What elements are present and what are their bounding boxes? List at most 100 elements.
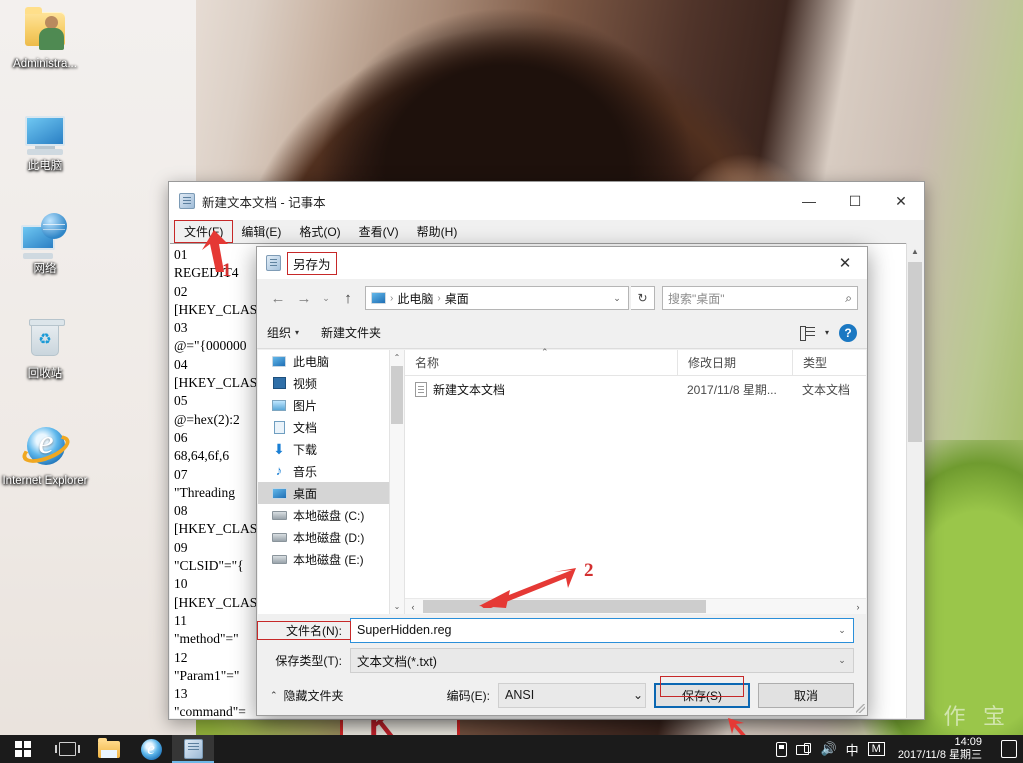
breadcrumb-segment-this-pc[interactable]: 此电脑 — [394, 290, 436, 307]
tree-item-2[interactable]: 图片 — [258, 394, 404, 416]
file-list[interactable]: 名称 ⌃ 修改日期 类型 新建文本文档 2017/11/8 星期... 文本文档 — [404, 350, 866, 614]
minimize-button[interactable]: — — [786, 182, 832, 220]
chevron-down-icon[interactable]: ▾ — [825, 328, 829, 337]
chevron-down-icon[interactable]: ⌄ — [833, 625, 851, 636]
tree-item-3[interactable]: 文档 — [258, 416, 404, 438]
clock-time: 14:09 — [898, 736, 982, 749]
tree-item-1[interactable]: 视频 — [258, 372, 404, 394]
hscroll-left-arrow[interactable]: ‹ — [405, 602, 421, 612]
tree-item-label: 音乐 — [293, 463, 317, 480]
recent-locations-button[interactable]: ⌄ — [318, 286, 334, 310]
tree-item-8[interactable]: 本地磁盘 (D:) — [258, 526, 404, 548]
scrollbar-thumb[interactable] — [908, 262, 922, 442]
breadcrumb-bar[interactable]: › 此电脑 › 桌面 ⌄ — [365, 286, 629, 310]
file-list-horizontal-scrollbar[interactable]: ‹ › — [405, 598, 866, 614]
tree-item-7[interactable]: 本地磁盘 (C:) — [258, 504, 404, 526]
cancel-button[interactable]: 取消 — [758, 683, 854, 708]
scroll-up-arrow[interactable]: ▲ — [907, 243, 923, 260]
breadcrumb-segment-desktop[interactable]: 桌面 — [442, 290, 472, 307]
hscroll-thumb[interactable] — [423, 600, 706, 613]
file-modified: 2017/11/8 星期... — [677, 381, 792, 398]
music-icon: ♪ — [270, 465, 288, 477]
tree-scroll-down-arrow[interactable]: ⌄ — [390, 599, 404, 614]
back-button[interactable]: ← — [266, 286, 290, 310]
desktop-icon-label: Administra... — [2, 58, 88, 71]
tree-item-6[interactable]: 桌面 — [258, 482, 404, 504]
tree-item-0[interactable]: 此电脑 — [258, 350, 404, 372]
ime-indicator[interactable]: 中 — [846, 740, 859, 759]
column-header-name[interactable]: 名称 ⌃ — [405, 350, 677, 376]
toolbar-right-group: ▾ ? — [800, 324, 857, 342]
hscroll-right-arrow[interactable]: › — [850, 602, 866, 612]
new-folder-label: 新建文件夹 — [321, 324, 381, 341]
notifications-icon[interactable] — [1001, 740, 1017, 758]
menu-edit[interactable]: 编辑(E) — [232, 221, 290, 242]
column-header-type[interactable]: 类型 — [792, 350, 862, 376]
tree-item-9[interactable]: 本地磁盘 (E:) — [258, 548, 404, 570]
menu-help[interactable]: 帮助(H) — [408, 221, 467, 242]
pictures-icon — [270, 400, 288, 411]
chevron-down-icon[interactable]: ⌄ — [633, 688, 643, 702]
clock[interactable]: 14:09 2017/11/8 星期三 — [894, 736, 990, 762]
internet-explorer-button[interactable] — [130, 735, 172, 763]
refresh-button[interactable]: ↻ — [631, 286, 655, 310]
desktop-icon-label: Internet Explorer — [2, 475, 88, 488]
navigation-tree[interactable]: 此电脑视频图片文档 ⬇下载 ♪ 音乐桌面本地磁盘 (C:)本地磁盘 (D:)本地磁盘 … — [258, 350, 404, 614]
file-explorer-button[interactable] — [88, 735, 130, 763]
tree-item-5[interactable]: ♪ 音乐 — [258, 460, 404, 482]
ime-mode-icon[interactable]: M — [868, 742, 885, 756]
this-pc-icon — [19, 110, 71, 158]
taskbar[interactable]: 🔊 中 M 14:09 2017/11/8 星期三 — [0, 735, 1023, 763]
menu-view[interactable]: 查看(V) — [350, 221, 408, 242]
filename-input[interactable]: SuperHidden.reg ⌄ — [350, 618, 854, 643]
notepad-taskbar-button[interactable] — [172, 735, 214, 763]
save-button[interactable]: 保存(S) — [654, 683, 750, 708]
start-button[interactable] — [0, 735, 46, 763]
notepad-icon — [184, 739, 203, 759]
help-icon[interactable]: ? — [839, 324, 857, 342]
view-layout-icon[interactable] — [800, 326, 815, 339]
menu-file[interactable]: 文件(F) — [175, 221, 232, 242]
menu-format[interactable]: 格式(O) — [290, 221, 349, 242]
dialog-close-button[interactable]: ✕ — [823, 247, 867, 279]
hscroll-track[interactable] — [421, 599, 850, 615]
column-header-modified[interactable]: 修改日期 — [677, 350, 792, 376]
breadcrumb-dropdown-icon[interactable]: ⌄ — [608, 293, 626, 304]
filename-value: SuperHidden.reg — [357, 623, 833, 637]
desktop-icon-user-folder[interactable]: Administra... — [2, 8, 88, 71]
forward-button[interactable]: → — [292, 286, 316, 310]
desktop-icon-network[interactable]: 网络 — [2, 213, 88, 276]
new-folder-button[interactable]: 新建文件夹 — [321, 324, 381, 341]
encoding-select[interactable]: ANSI ⌄ — [498, 683, 646, 708]
tree-scrollbar-thumb[interactable] — [391, 366, 403, 424]
tree-item-4[interactable]: ⬇下载 — [258, 438, 404, 460]
notepad-vertical-scrollbar[interactable]: ▲ — [906, 243, 923, 718]
folder-icon — [98, 741, 120, 758]
maximize-button[interactable]: ☐ — [832, 182, 878, 220]
desktop-icon-this-pc[interactable]: 此电脑 — [2, 110, 88, 173]
dialog-bottom-bar: ⌃ 隐藏文件夹 编码(E): ANSI ⌄ 保存(S) 取消 — [258, 676, 866, 714]
desktop-icon-internet-explorer[interactable]: Internet Explorer — [2, 425, 88, 488]
resize-grip[interactable] — [856, 704, 865, 713]
tree-item-label: 文档 — [293, 419, 317, 436]
organize-button[interactable]: 组织 ▾ — [267, 324, 299, 341]
monitor-icon — [270, 356, 288, 367]
network-tray-icon[interactable] — [796, 743, 811, 756]
chevron-down-icon[interactable]: ⌄ — [833, 655, 851, 666]
table-row[interactable]: 新建文本文档 2017/11/8 星期... 文本文档 — [405, 376, 866, 402]
task-view-button[interactable] — [46, 735, 88, 763]
close-button[interactable]: ✕ — [878, 182, 924, 220]
usb-eject-icon[interactable] — [776, 742, 787, 757]
search-box[interactable]: 搜索"桌面" ⌕ — [662, 286, 858, 310]
organize-label: 组织 — [267, 324, 291, 341]
volume-icon[interactable]: 🔊 — [820, 741, 836, 757]
tree-scrollbar[interactable]: ⌃ ⌄ — [389, 350, 404, 614]
dialog-icon — [266, 255, 281, 271]
text-file-icon — [415, 382, 427, 397]
filetype-select[interactable]: 文本文档(*.txt) ⌄ — [350, 648, 854, 673]
save-as-dialog[interactable]: 另存为 ✕ ← → ⌄ ↑ › 此电脑 › 桌面 ⌄ ↻ 搜索"桌面" ⌕ 组织… — [256, 246, 868, 716]
tree-scroll-up-arrow[interactable]: ⌃ — [390, 350, 404, 365]
up-button[interactable]: ↑ — [336, 286, 360, 310]
desktop-icon-recycle-bin[interactable]: ♻ 回收站 — [2, 318, 88, 381]
hide-folders-toggle[interactable]: ⌃ 隐藏文件夹 — [270, 687, 344, 704]
